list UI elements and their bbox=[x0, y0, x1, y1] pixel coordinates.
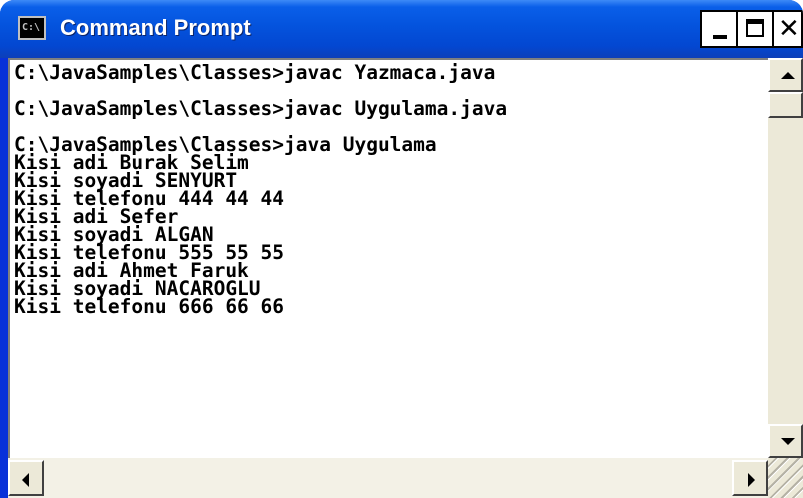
arrow-down-icon bbox=[781, 438, 795, 445]
vertical-scroll-thumb[interactable] bbox=[768, 92, 803, 118]
console-line: C:\JavaSamples\Classes>javac Uygulama.ja… bbox=[14, 97, 508, 120]
console-line: C:\JavaSamples\Classes>javac Yazmaca.jav… bbox=[14, 61, 496, 84]
vertical-scrollbar[interactable] bbox=[768, 58, 803, 458]
scroll-up-button[interactable] bbox=[768, 58, 803, 92]
arrow-up-icon bbox=[781, 72, 795, 79]
client-area: C:\JavaSamples\Classes>javac Yazmaca.jav… bbox=[8, 58, 803, 498]
title-bar[interactable]: C:\ Command Prompt ✕ bbox=[0, 0, 803, 58]
horizontal-scrollbar[interactable] bbox=[8, 458, 768, 498]
arrow-right-icon bbox=[748, 473, 755, 487]
maximize-icon bbox=[746, 19, 764, 37]
command-prompt-window: C:\ Command Prompt ✕ C:\JavaSamples\Clas… bbox=[0, 0, 803, 498]
arrow-left-icon bbox=[22, 473, 29, 487]
window-title: Command Prompt bbox=[60, 15, 251, 40]
close-icon: ✕ bbox=[778, 14, 800, 44]
scroll-right-button[interactable] bbox=[732, 460, 768, 496]
scroll-down-button[interactable] bbox=[768, 424, 803, 458]
close-button[interactable]: ✕ bbox=[772, 10, 803, 48]
horizontal-scroll-thumb[interactable] bbox=[44, 460, 48, 496]
console-output[interactable]: C:\JavaSamples\Classes>javac Yazmaca.jav… bbox=[8, 58, 768, 458]
maximize-button[interactable] bbox=[736, 10, 774, 48]
console-icon[interactable]: C:\ bbox=[18, 16, 46, 40]
console-line: Kisi telefonu 666 66 66 bbox=[14, 295, 285, 318]
minimize-button[interactable] bbox=[700, 10, 738, 48]
scroll-left-button[interactable] bbox=[8, 460, 44, 496]
resize-grip[interactable] bbox=[768, 458, 803, 498]
minimize-icon bbox=[713, 35, 727, 39]
